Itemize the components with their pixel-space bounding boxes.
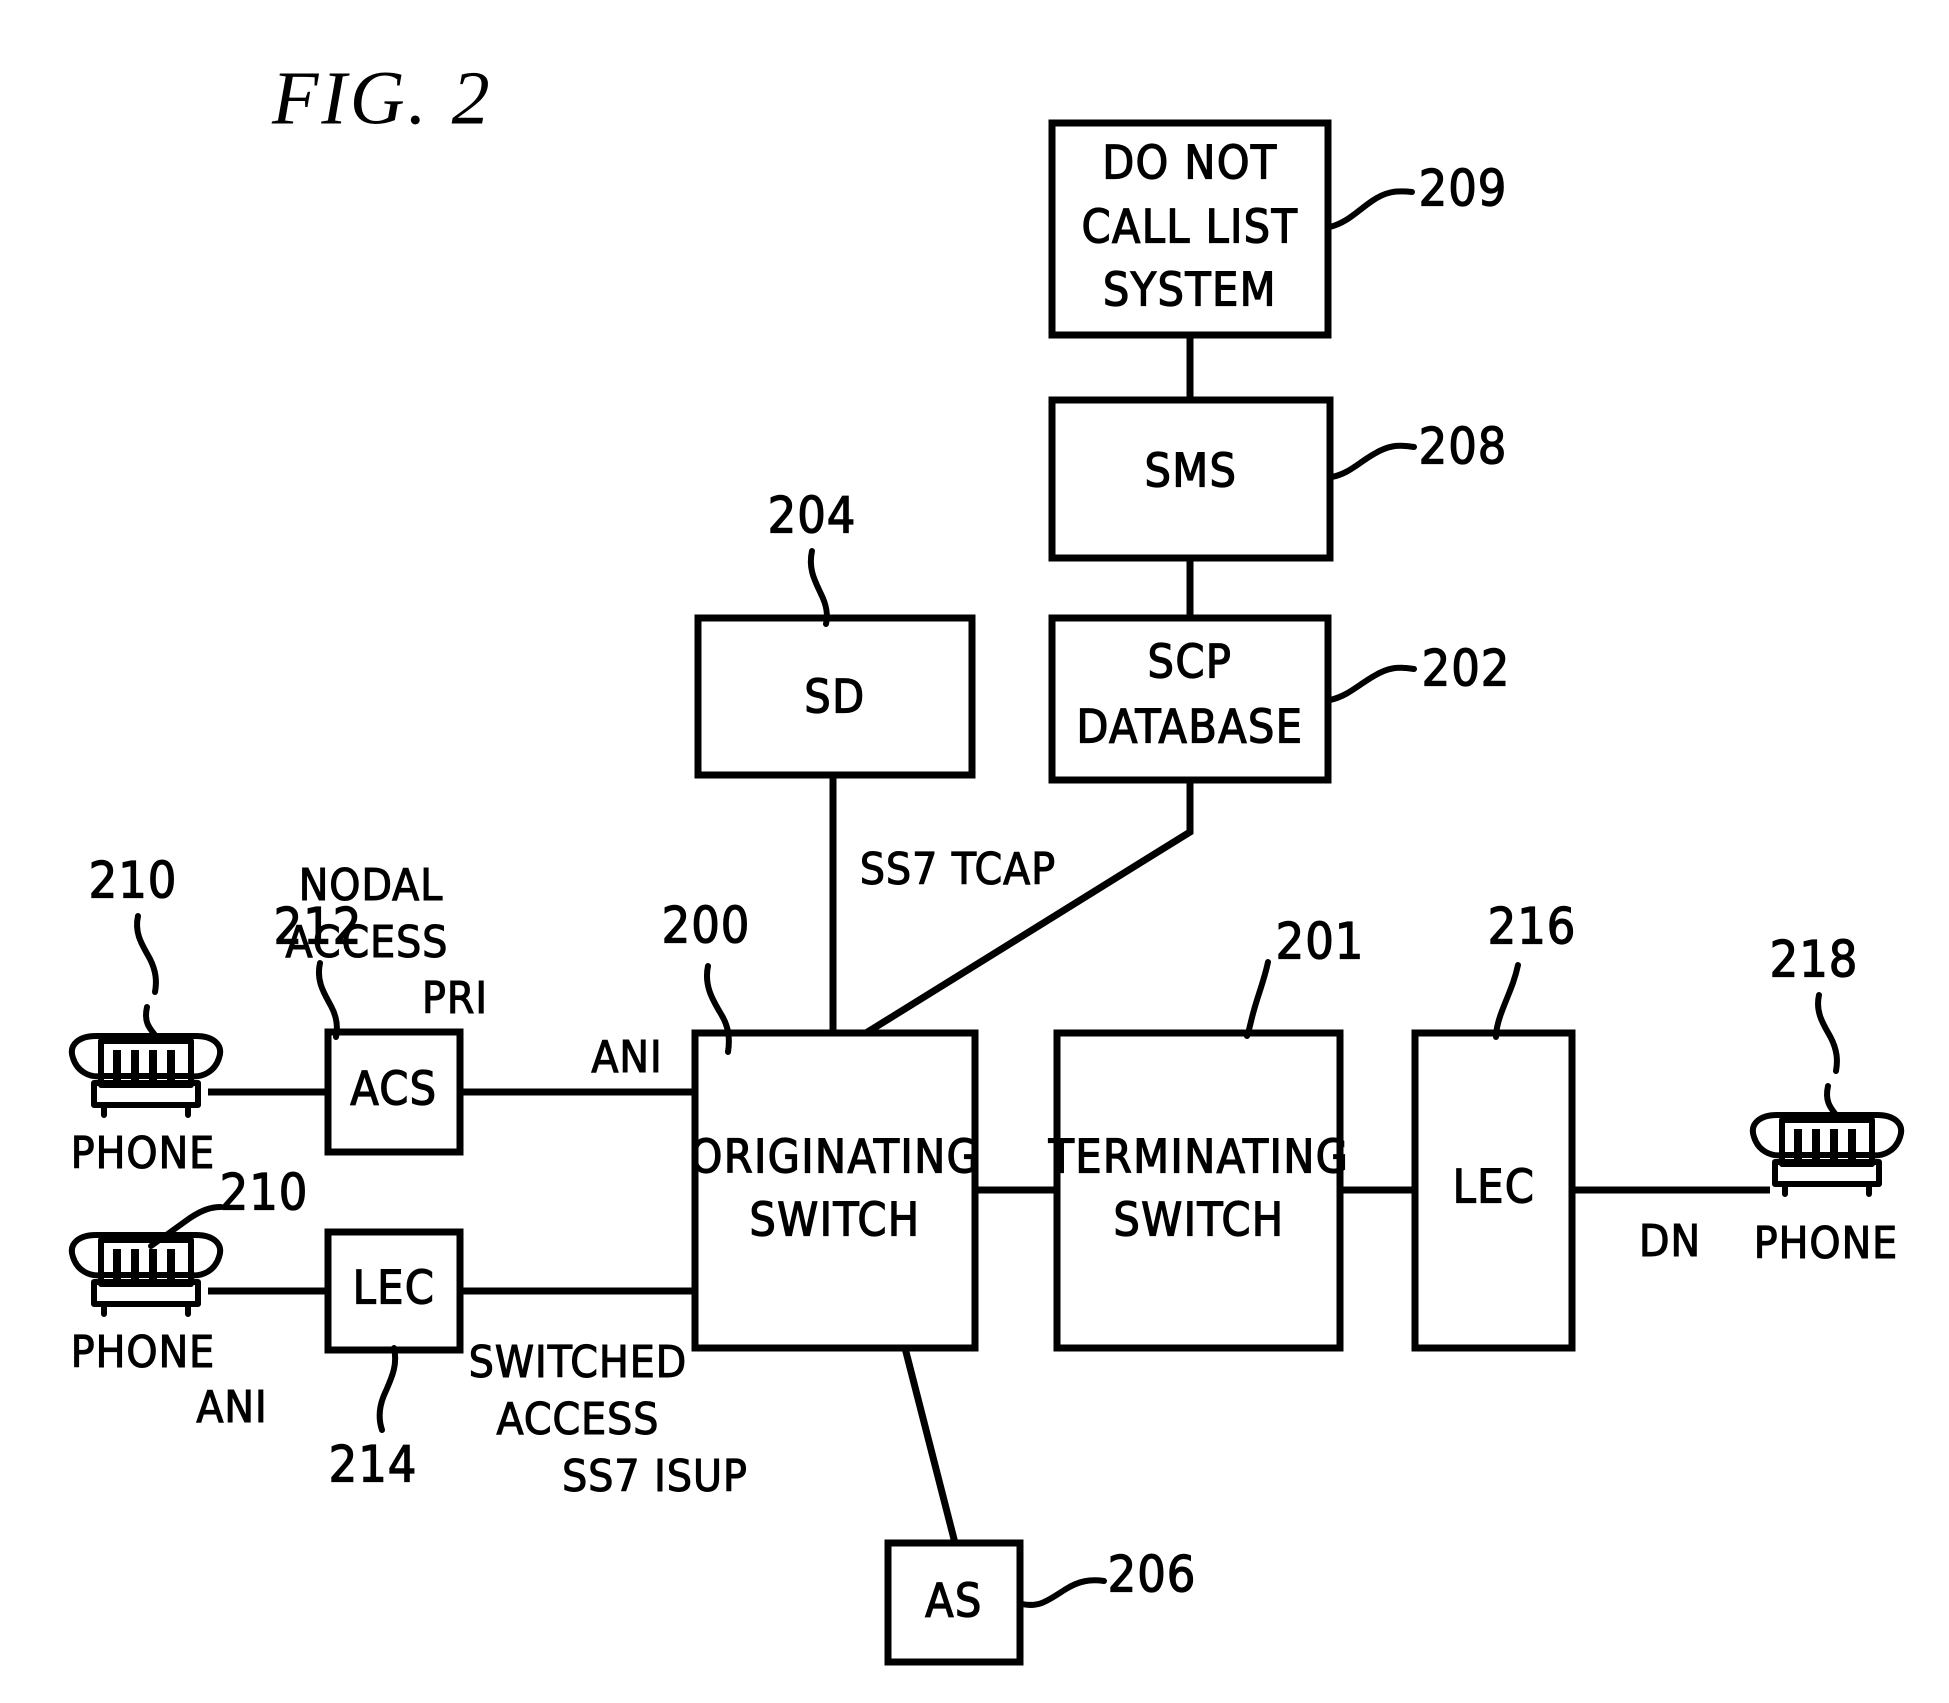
- phone-icon-bottom-left: [68, 1232, 224, 1317]
- phone-bottom-left-label: PHONE: [71, 1327, 215, 1378]
- link-label-ss7-isup: SS7 ISUP: [562, 1451, 748, 1502]
- acs-label: ACS: [350, 1062, 437, 1116]
- scp-database-label-line1: SCP: [1148, 635, 1233, 689]
- leader-line-210-top: [134, 913, 159, 995]
- figure-2-diagram: FIG. 2 DO NOT CALL LIST SYSTEM 209 SMS 2…: [68, 56, 1905, 1666]
- link-label-pri: PRI: [422, 973, 488, 1024]
- phone-top-left-label: PHONE: [71, 1128, 215, 1179]
- do-not-call-list-system-label-line1: DO NOT: [1102, 136, 1277, 190]
- leader-line-209: [1327, 188, 1415, 230]
- ref-number-201: 201: [1276, 913, 1365, 971]
- leader-line-204: [807, 548, 830, 627]
- link-label-switched: SWITCHED: [469, 1337, 687, 1388]
- link-label-ani-bottom: ANI: [196, 1382, 267, 1433]
- ref-number-202: 202: [1422, 640, 1511, 698]
- terminating-switch-label-line2: SWITCH: [1113, 1193, 1284, 1247]
- as-label: AS: [925, 1574, 983, 1628]
- lec-right-label: LEC: [1453, 1160, 1536, 1214]
- scp-database-label-line2: DATABASE: [1077, 700, 1304, 754]
- ref-number-209: 209: [1419, 160, 1508, 218]
- leader-line-202: [1327, 664, 1417, 703]
- link-label-access-bottom: ACCESS: [497, 1394, 660, 1445]
- connector-scp-to-originating-switch: [864, 780, 1194, 1036]
- leader-line-218: [1815, 992, 1840, 1074]
- originating-switch-label-line2: SWITCH: [749, 1193, 920, 1247]
- phone-right-label: PHONE: [1754, 1218, 1898, 1269]
- leader-line-212: [316, 960, 340, 1040]
- ref-number-210-top: 210: [89, 852, 178, 910]
- phone-icon-top-left: [68, 1004, 224, 1118]
- leader-line-216: [1493, 962, 1521, 1040]
- connector-originating-switch-to-as: [901, 1347, 959, 1544]
- leader-line-208: [1329, 442, 1417, 480]
- leader-line-201: [1244, 959, 1271, 1039]
- ref-number-210-bottom: 210: [220, 1164, 309, 1222]
- phone-icon-right: [1749, 1083, 1905, 1197]
- sms-label: SMS: [1145, 444, 1238, 498]
- link-label-dn: DN: [1639, 1216, 1701, 1267]
- originating-switch-label-line1: ORIGINATING: [690, 1130, 980, 1184]
- link-label-access-top: ACCESS: [286, 917, 449, 968]
- ref-number-214: 214: [329, 1436, 418, 1494]
- ref-number-200: 200: [662, 897, 751, 955]
- leader-line-214: [376, 1345, 399, 1433]
- box-originating-switch[interactable]: [691, 1029, 979, 1352]
- leader-line-206: [1019, 1577, 1107, 1608]
- ref-number-208: 208: [1419, 418, 1508, 476]
- link-label-ani-top: ANI: [591, 1032, 662, 1083]
- link-label-ss7-tcap: SS7 TCAP: [860, 844, 1056, 895]
- patent-figure: FIG. 2 DO NOT CALL LIST SYSTEM 209 SMS 2…: [0, 0, 1949, 1703]
- do-not-call-list-system-label-line3: SYSTEM: [1103, 263, 1277, 317]
- sd-label: SD: [804, 670, 865, 724]
- ref-number-216: 216: [1488, 898, 1577, 956]
- do-not-call-list-system-label-line2: CALL LIST: [1082, 200, 1299, 254]
- link-label-nodal: NODAL: [299, 860, 444, 911]
- ref-number-204: 204: [768, 487, 857, 545]
- box-terminating-switch[interactable]: [1053, 1029, 1344, 1352]
- figure-title: FIG. 2: [271, 56, 493, 140]
- terminating-switch-label-line1: TERMINATING: [1048, 1130, 1350, 1184]
- ref-number-218: 218: [1770, 931, 1859, 989]
- ref-number-206: 206: [1108, 1546, 1197, 1604]
- lec-left-label: LEC: [353, 1261, 436, 1315]
